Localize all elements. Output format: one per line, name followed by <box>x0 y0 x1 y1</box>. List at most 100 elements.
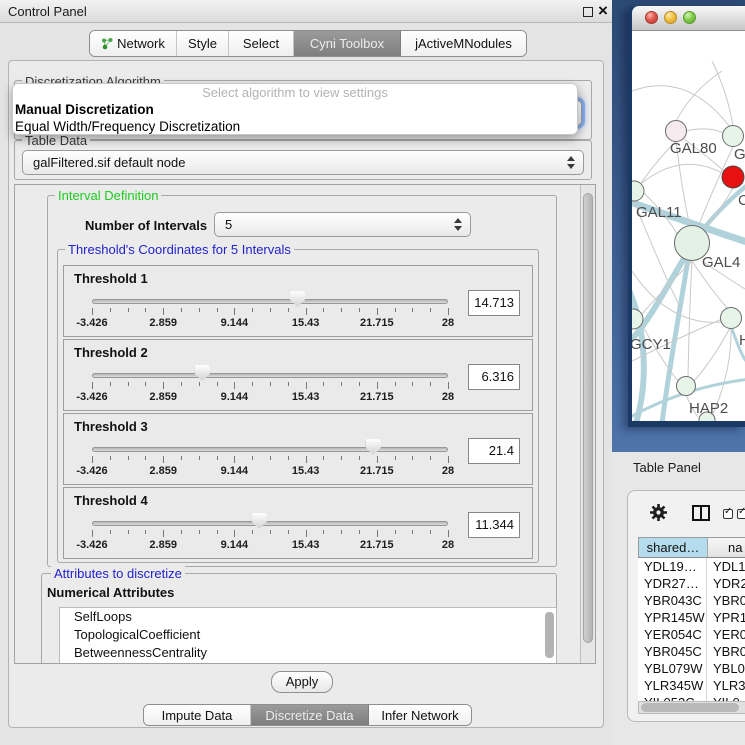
table-cell-name[interactable]: YDR2 <box>707 575 745 592</box>
table-cell-name[interactable]: YBR0 <box>707 643 745 660</box>
tick-mark <box>359 530 360 534</box>
slider-tick-labels: -3.4262.8599.14415.4321.71528 <box>92 539 448 552</box>
table-cell-shared-name[interactable]: YDL19… <box>638 558 707 575</box>
tick-mark <box>181 382 182 386</box>
tick-mark <box>145 308 146 312</box>
threshold-value-field[interactable]: 11.344 <box>468 512 520 538</box>
threshold-label: Threshold 3 <box>74 419 148 434</box>
node-gal11[interactable] <box>632 181 644 201</box>
table-row[interactable]: YDR27…YDR2 <box>638 575 745 592</box>
table-row[interactable]: YBL079WYBL0 <box>638 660 745 677</box>
tab-cyni-toolbox[interactable]: Cyni Toolbox <box>294 31 401 56</box>
tab-jactivemnodules[interactable]: jActiveMNodules <box>401 31 526 56</box>
tick-mark <box>306 530 307 537</box>
table-cell-shared-name[interactable]: YBL079W <box>638 660 707 677</box>
attribute-list-item[interactable]: BetweennessCentrality <box>60 644 556 662</box>
tab-discretize-data[interactable]: Discretize Data <box>251 705 369 725</box>
table-horizontal-scrollbar[interactable] <box>638 701 745 714</box>
table-cell-shared-name[interactable]: YLR345W <box>638 677 707 694</box>
threshold-label: Threshold 2 <box>74 345 148 360</box>
dropdown-option-equal-width-frequency[interactable]: Equal Width/Frequency Discretization <box>13 118 577 135</box>
zoom-traffic-light-icon[interactable] <box>683 11 696 24</box>
control-panel-window: Control Panel × Network Style Select Cyn… <box>0 0 612 745</box>
slider-handle[interactable] <box>366 439 381 455</box>
tick-mark <box>270 530 271 534</box>
table-cell-shared-name[interactable]: YER054C <box>638 626 707 643</box>
node-label-gal11: GAL11 <box>636 204 682 221</box>
threshold-panel-4: Threshold 4-3.4262.8599.14415.4321.71528… <box>63 487 533 559</box>
tick-mark <box>359 308 360 312</box>
tick-mark <box>92 456 93 463</box>
table-row[interactable]: YDL19…YDL1 <box>638 558 745 575</box>
table-row[interactable]: YBR043CYBR0 <box>638 592 745 609</box>
table-cell-shared-name[interactable]: YPR145W <box>638 609 707 626</box>
table-row[interactable]: YBR045CYBR0 <box>638 643 745 660</box>
tick-mark <box>359 456 360 460</box>
settings-vertical-scrollbar[interactable] <box>580 185 595 663</box>
number-of-intervals-combobox[interactable]: 5 <box>214 212 471 237</box>
table-panel: Table Panel ✓ ✓ shared… na YDL19…YDL1YDR… <box>612 452 745 745</box>
table-cell-shared-name[interactable]: YBR043C <box>638 592 707 609</box>
list-scrollbar-thumb[interactable] <box>545 612 554 658</box>
network-canvas[interactable]: GAL80 GA C GAL11 GAL4 GCY1 H HAP2 <box>632 31 745 421</box>
attributes-group-title: Attributes to discretize <box>51 566 185 581</box>
tab-style[interactable]: Style <box>177 31 229 56</box>
slider-handle[interactable] <box>290 291 305 307</box>
node-gal80[interactable] <box>666 121 687 142</box>
threshold-value-field[interactable]: 21.4 <box>468 438 520 464</box>
column-header-name[interactable]: na <box>708 538 745 557</box>
split-columns-icon[interactable] <box>692 505 710 521</box>
checkbox-icon[interactable]: ✓ <box>737 509 745 519</box>
tick-mark <box>430 456 431 460</box>
threshold-value-field[interactable]: 6.316 <box>468 364 520 390</box>
close-icon[interactable]: × <box>598 1 608 21</box>
table-cell-name[interactable]: YER0 <box>707 626 745 643</box>
slider-track[interactable] <box>92 521 448 526</box>
gear-icon[interactable] <box>649 503 668 522</box>
column-header-shared-name[interactable]: shared… <box>639 538 708 557</box>
node-label-gal4: GAL4 <box>702 254 740 271</box>
table-row[interactable]: YLR345WYLR3 <box>638 677 745 694</box>
table-data-combobox[interactable]: galFiltered.sif default node <box>22 150 584 175</box>
table-row[interactable]: YPR145WYPR1 <box>638 609 745 626</box>
dropdown-option-manual-discretization[interactable]: Manual Discretization <box>13 101 577 118</box>
tick-mark <box>92 382 93 389</box>
close-traffic-light-icon[interactable] <box>645 11 658 24</box>
control-panel-title: Control Panel <box>8 4 87 19</box>
tab-impute-data[interactable]: Impute Data <box>144 705 251 725</box>
checkbox-icon[interactable]: ✓ <box>723 509 733 519</box>
table-cell-name[interactable]: YLR3 <box>707 677 745 694</box>
threshold-label: Threshold 1 <box>74 271 148 286</box>
attribute-list-item[interactable]: TopologicalCoefficient <box>60 626 556 644</box>
table-cell-name[interactable]: YBR0 <box>707 592 745 609</box>
slider-track[interactable] <box>92 447 448 452</box>
table-cell-shared-name[interactable]: YDR27… <box>638 575 707 592</box>
tab-network[interactable]: Network <box>90 31 177 56</box>
node-right[interactable] <box>721 308 742 329</box>
slider-track[interactable] <box>92 299 448 304</box>
table-cell-name[interactable]: YPR1 <box>707 609 745 626</box>
table-cell-shared-name[interactable]: YBR045C <box>638 643 707 660</box>
node-top-right[interactable] <box>723 126 744 147</box>
minimize-traffic-light-icon[interactable] <box>664 11 677 24</box>
tab-select[interactable]: Select <box>229 31 294 56</box>
table-cell-name[interactable]: YBL0 <box>707 660 745 677</box>
apply-button[interactable]: Apply <box>271 671 333 693</box>
tab-infer-network[interactable]: Infer Network <box>369 705 471 725</box>
attribute-list-item[interactable]: SelfLoops <box>60 608 556 626</box>
float-window-icon[interactable] <box>583 7 593 17</box>
node-highlighted-red[interactable] <box>722 166 744 188</box>
table-row[interactable]: YER054CYER0 <box>638 626 745 643</box>
tick-mark <box>341 308 342 312</box>
slider-handle[interactable] <box>252 513 267 529</box>
network-window-titlebar[interactable] <box>632 6 745 31</box>
slider-track[interactable] <box>92 373 448 378</box>
slider-handle[interactable] <box>195 365 210 381</box>
node-hap2[interactable] <box>677 377 696 396</box>
node-label-gal80: GAL80 <box>670 140 717 157</box>
threshold-value-field[interactable]: 14.713 <box>468 290 520 316</box>
table-cell-name[interactable]: YDL1 <box>707 558 745 575</box>
tick-mark <box>199 308 200 312</box>
scrollbar-thumb[interactable] <box>641 703 739 712</box>
scrollbar-thumb[interactable] <box>583 193 593 643</box>
